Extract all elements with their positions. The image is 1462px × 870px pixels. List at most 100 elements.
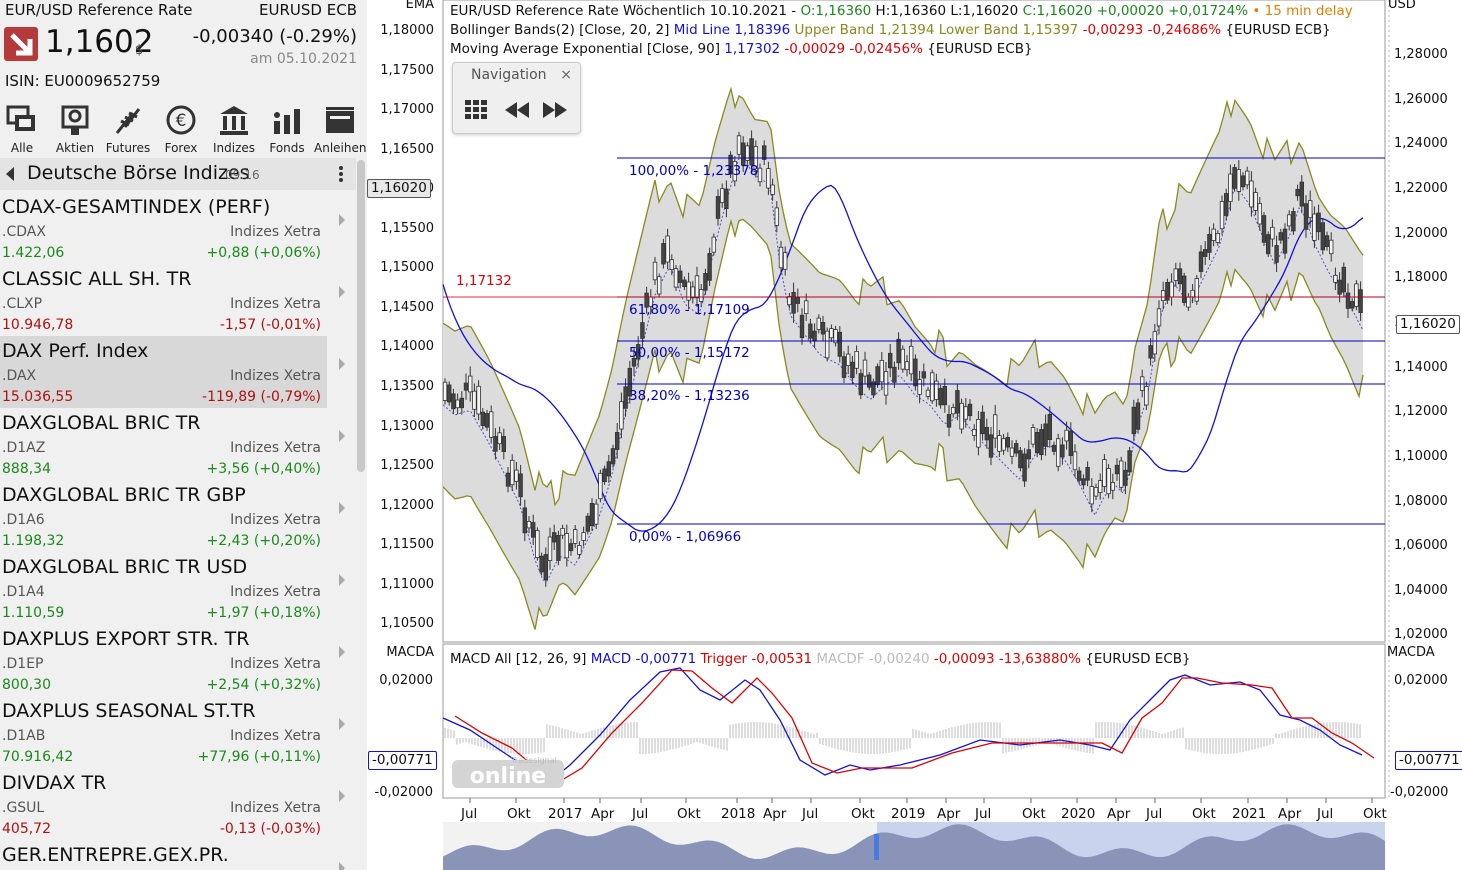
item-name: DAX Perf. Index [2, 340, 149, 362]
candle-body [799, 314, 805, 339]
list-selector[interactable]: Deutsche Börse Indizes 09:16 [0, 158, 356, 190]
list-item[interactable]: DAXGLOBAL BRIC TR .D1AZ Indizes Xetra 888,3… [0, 408, 345, 480]
category-bonds[interactable]: Anleihen [314, 97, 366, 157]
category-all[interactable]: Alle [0, 97, 48, 157]
category-funds[interactable]: Fonds [261, 97, 313, 157]
candle-body [677, 270, 683, 283]
candle-body [476, 385, 481, 415]
item-name: DAXPLUS SEASONAL ST.TR [2, 700, 256, 722]
candle-body [447, 384, 452, 403]
candle-body [564, 533, 569, 559]
chevron-right-icon[interactable] [339, 358, 345, 370]
list-item[interactable]: DAXPLUS EXPORT STR. TR .D1EP Indizes Xetra… [0, 624, 345, 696]
left-axis-tick: 1,18000 [380, 23, 434, 38]
chevron-right-icon[interactable] [339, 430, 345, 442]
candle-body [1249, 180, 1254, 208]
fast-forward-icon[interactable] [539, 97, 569, 123]
candle-body [661, 243, 666, 265]
time-axis-label: Jul [975, 806, 992, 822]
item-exchange: Indizes Xetra [230, 440, 321, 456]
candle-body [480, 411, 485, 426]
fib-label-382: 38,20% - 1,13236 [629, 388, 750, 404]
candle-body [1056, 438, 1061, 467]
item-symbol: .D1A4 [2, 584, 45, 600]
candle-body [976, 418, 981, 448]
ema-change: -0,00029 -0,02456% [784, 41, 923, 57]
candle-body [761, 145, 767, 160]
category-label: Alle [10, 141, 34, 155]
list-item[interactable]: DAXGLOBAL BRIC TR GBP .D1A6 Indizes Xetra 1… [0, 480, 345, 552]
candle-body [598, 472, 603, 500]
right-axis-tick: 1,08000 [1394, 493, 1448, 509]
candle-body [1219, 201, 1225, 230]
item-symbol: .CDAX [2, 224, 46, 240]
item-symbol: .D1AZ [2, 440, 46, 456]
time-axis-label: Okt [507, 806, 531, 822]
list-item[interactable]: DAX Perf. Index .DAX Indizes Xetra 15.036,5… [0, 336, 345, 408]
right-axis-tick: 1,06000 [1394, 538, 1448, 554]
list-item[interactable]: DAXPLUS SEASONAL ST.TR .D1AB Indizes Xetra… [0, 696, 345, 768]
candle-body [556, 535, 561, 561]
candle-body [904, 361, 910, 371]
left-axis-tick: 1,13000 [380, 418, 434, 434]
candle-body [489, 411, 494, 438]
candle-body [837, 331, 842, 357]
category-futures[interactable]: Futures [102, 97, 154, 157]
category-stocks[interactable]: Aktien [49, 97, 101, 157]
rewind-icon[interactable] [503, 97, 533, 123]
chevron-right-icon[interactable] [339, 214, 345, 226]
more-menu-icon[interactable] [338, 166, 344, 184]
candle-body [795, 296, 800, 304]
close-icon[interactable]: × [560, 67, 572, 83]
list-item[interactable]: DAXGLOBAL BRIC TR USD .D1A4 Indizes Xetra 1… [0, 552, 345, 624]
item-change: -1,57 (-0,01%) [219, 317, 321, 333]
candle-body [896, 338, 901, 364]
item-exchange: Indizes Xetra [230, 656, 321, 672]
candle-body [1047, 413, 1052, 440]
back-arrow-icon[interactable] [6, 167, 14, 181]
candle-body [1127, 450, 1132, 473]
item-exchange: Indizes Xetra [230, 224, 321, 240]
candle-body [1152, 331, 1157, 355]
item-change: +3,56 (+0,40%) [206, 461, 321, 477]
item-value: 405,72 [2, 821, 51, 837]
candle-body [724, 188, 729, 210]
instrument-name: EUR/USD Reference Rate [5, 1, 193, 19]
navigation-panel[interactable]: Navigation × [452, 62, 581, 134]
candle-body [1345, 292, 1351, 309]
list-item[interactable]: CLASSIC ALL SH. TR .CLXP Indizes Xetra 10.9… [0, 264, 345, 336]
candle-body [921, 371, 926, 379]
fib-label-618: 61,80% - 1,17109 [629, 302, 750, 318]
list-item[interactable]: DIVDAX TR .GSUL Indizes Xetra 405,72 -0,13 (… [0, 768, 345, 840]
item-symbol: .D1EP [2, 656, 44, 672]
list-item[interactable]: GER.ENTREPRE.GEX.PR. [0, 840, 345, 870]
candle-body [1228, 173, 1233, 202]
chevron-right-icon[interactable] [339, 718, 345, 730]
left-axis-tick: 1,14500 [380, 299, 434, 315]
candle-body [518, 473, 523, 498]
category-label: Fonds [269, 141, 305, 155]
candle-body [1320, 222, 1325, 251]
grid-menu-icon[interactable] [463, 97, 493, 123]
chevron-right-icon[interactable] [339, 502, 345, 514]
time-axis-label: 2018 [721, 806, 756, 822]
candle-body [1064, 429, 1069, 442]
chevron-right-icon[interactable] [339, 286, 345, 298]
category-indices[interactable]: Indizes [208, 97, 260, 157]
candle-body [1324, 235, 1330, 247]
time-axis-label: Okt [1192, 806, 1216, 822]
candle-body [1077, 470, 1082, 481]
chevron-right-icon[interactable] [339, 790, 345, 802]
chevron-right-icon[interactable] [339, 862, 345, 870]
candle-body [1135, 402, 1141, 430]
candle-body [652, 261, 658, 281]
candle-body [1043, 423, 1048, 447]
watermark-sub: Tradesignal [510, 756, 557, 765]
list-item[interactable]: CDAX-GESAMTINDEX (PERF) .CDAX Indizes Xetr… [0, 192, 345, 264]
time-axis-label: 2020 [1061, 806, 1096, 822]
chevron-right-icon[interactable] [339, 574, 345, 586]
category-forex[interactable]: € Forex [155, 97, 207, 157]
watermark-brand: online [470, 764, 546, 789]
macd-value: MACD -0,00771 [590, 651, 697, 667]
chevron-right-icon[interactable] [339, 646, 345, 658]
